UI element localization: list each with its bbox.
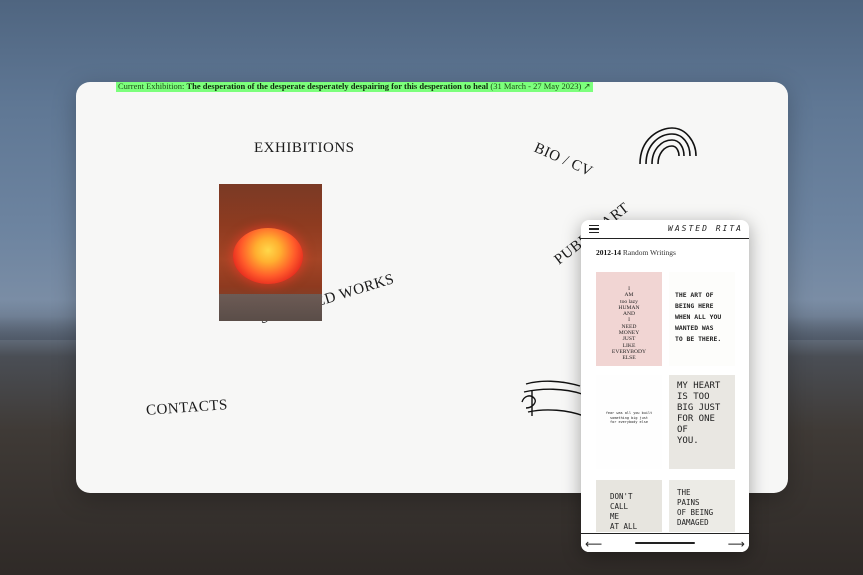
mobile-footer-nav: ⟵ ⟶ — [581, 533, 749, 552]
heading-title: Random Writings — [621, 248, 676, 257]
artwork-card[interactable]: DON'T CALL ME AT ALL — [596, 480, 662, 532]
banner-prefix: Current Exhibition: — [118, 82, 187, 91]
artwork-text: I AM too lazy HUMAN AND I NEED MONEY JUS… — [611, 286, 647, 362]
heading-year: 2012-14 — [596, 248, 621, 257]
rainbow-doodle-icon — [639, 127, 697, 165]
hands-doodle-icon — [521, 380, 585, 417]
hamburger-menu-icon[interactable] — [589, 225, 599, 233]
sun-shape — [233, 228, 303, 284]
home-indicator — [635, 542, 695, 544]
artwork-text: MY HEART IS TOO BIG JUST FOR ONE OF YOU. — [677, 381, 721, 446]
artwork-card[interactable]: MY HEART IS TOO BIG JUST FOR ONE OF YOU. — [669, 375, 735, 469]
banner-title: The desperation of the desperate despera… — [186, 82, 489, 91]
artwork-card[interactable]: fear was all you built something big jus… — [596, 375, 662, 469]
nav-exhibitions-link[interactable]: EXHIBITIONS — [254, 140, 355, 157]
mobile-website-frame: WASTED RITA 2012-14 Random Writings I AM… — [581, 220, 749, 552]
artwork-text: DON'T CALL ME AT ALL — [610, 492, 638, 531]
artwork-card[interactable]: THE ART OF BEING HERE WHEN ALL YOU WANTE… — [669, 272, 735, 366]
section-heading: 2012-14 Random Writings — [596, 248, 676, 257]
artwork-card[interactable]: I AM too lazy HUMAN AND I NEED MONEY JUS… — [596, 272, 662, 366]
artwork-text: THE ART OF BEING HERE WHEN ALL YOU WANTE… — [675, 291, 722, 343]
banner-dates: (31 March - 27 May 2023) ↗ — [488, 82, 591, 91]
mobile-header: WASTED RITA — [581, 220, 749, 239]
nav-contacts-link[interactable]: CONTACTS — [146, 397, 229, 420]
artwork-card[interactable]: THE PAINS OF BEING DAMAGED — [669, 480, 735, 532]
previous-arrow-icon[interactable]: ⟵ — [585, 537, 602, 551]
image-lower-band — [219, 294, 322, 321]
artwork-text: THE PAINS OF BEING DAMAGED — [677, 488, 714, 527]
sunset-artwork-image[interactable] — [219, 184, 322, 321]
next-arrow-icon[interactable]: ⟶ — [728, 537, 745, 551]
brand-logo[interactable]: WASTED RITA — [668, 224, 743, 233]
current-exhibition-banner[interactable]: Current Exhibition: The desperation of t… — [116, 82, 593, 92]
artwork-text: fear was all you built something big jus… — [605, 411, 653, 424]
nav-bio-cv-link[interactable]: BIO / CV — [531, 140, 594, 181]
